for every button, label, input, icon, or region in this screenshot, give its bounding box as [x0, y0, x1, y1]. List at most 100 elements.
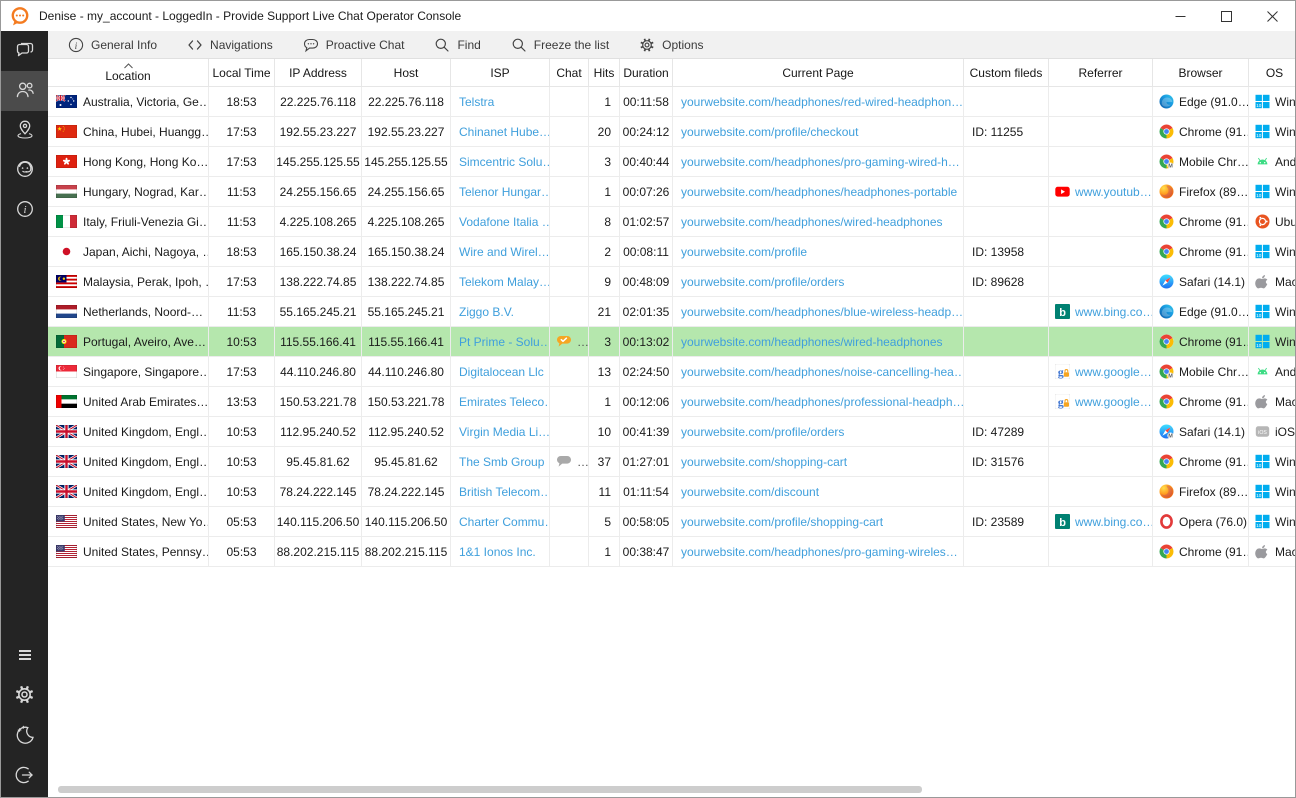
cell-os[interactable]: Mac — [1249, 537, 1295, 567]
cell-os[interactable]: 10Win — [1249, 117, 1295, 147]
cell-hits[interactable]: 21 — [589, 297, 620, 327]
cell-current_page[interactable]: yourwebsite.com/headphones/professional-… — [673, 387, 964, 417]
cell-duration[interactable]: 00:12:06 — [620, 387, 673, 417]
cell-current_page[interactable]: yourwebsite.com/discount — [673, 477, 964, 507]
cell-duration[interactable]: 01:11:54 — [620, 477, 673, 507]
cell-isp[interactable]: 1&1 Ionos Inc. — [451, 537, 550, 567]
column-header-location[interactable]: Location — [48, 59, 209, 87]
column-header-duration[interactable]: Duration — [620, 59, 673, 87]
cell-current_page[interactable]: yourwebsite.com/headphones/headphones-po… — [673, 177, 964, 207]
isp-link[interactable]: British Telecom… — [459, 485, 550, 499]
cell-os[interactable]: 10Win — [1249, 477, 1295, 507]
cell-browser[interactable]: Chrome (91… — [1153, 237, 1249, 267]
cell-location[interactable]: Portugal, Aveiro, Ave… — [48, 327, 209, 357]
cell-current_page[interactable]: yourwebsite.com/headphones/blue-wireless… — [673, 297, 964, 327]
cell-referrer[interactable] — [1049, 207, 1153, 237]
cell-local_time[interactable]: 17:53 — [209, 147, 275, 177]
cell-host[interactable]: 55.165.245.21 — [362, 297, 451, 327]
toolbar-button-proactive-chat[interactable]: Proactive Chat — [303, 37, 405, 53]
cell-browser[interactable]: Opera (76.0) — [1153, 507, 1249, 537]
cell-host[interactable]: 192.55.23.227 — [362, 117, 451, 147]
cell-host[interactable]: 24.255.156.65 — [362, 177, 451, 207]
cell-chat[interactable] — [550, 417, 589, 447]
cell-browser[interactable]: MMobile Chr… — [1153, 147, 1249, 177]
cell-chat[interactable] — [550, 237, 589, 267]
sidebar-item-operators[interactable] — [1, 151, 48, 191]
isp-link[interactable]: Ziggo B.V. — [459, 305, 514, 319]
cell-isp[interactable]: Telekom Malay… — [451, 267, 550, 297]
cell-referrer[interactable] — [1049, 537, 1153, 567]
cell-hits[interactable]: 1 — [589, 537, 620, 567]
cell-duration[interactable]: 00:24:12 — [620, 117, 673, 147]
isp-link[interactable]: Digitalocean Llc — [459, 365, 544, 379]
chat-more-button[interactable]: … — [577, 335, 589, 349]
cell-isp[interactable]: Telenor Hungar… — [451, 177, 550, 207]
sidebar-item-geo-location[interactable] — [1, 111, 48, 151]
cell-referrer[interactable] — [1049, 237, 1153, 267]
cell-host[interactable]: 165.150.38.24 — [362, 237, 451, 267]
cell-os[interactable]: And — [1249, 357, 1295, 387]
cell-os[interactable]: iOSiOS — [1249, 417, 1295, 447]
cell-location[interactable]: United Arab Emirates… — [48, 387, 209, 417]
cell-custom_fields[interactable] — [964, 327, 1049, 357]
cell-duration[interactable]: 00:07:26 — [620, 177, 673, 207]
cell-os[interactable]: 10Win — [1249, 237, 1295, 267]
toolbar-button-general-info[interactable]: iGeneral Info — [68, 37, 157, 53]
cell-browser[interactable]: Firefox (89… — [1153, 477, 1249, 507]
current-page-link[interactable]: yourwebsite.com/shopping-cart — [681, 455, 847, 469]
cell-local_time[interactable]: 05:53 — [209, 507, 275, 537]
cell-duration[interactable]: 00:08:11 — [620, 237, 673, 267]
cell-hits[interactable]: 1 — [589, 177, 620, 207]
cell-hits[interactable]: 2 — [589, 237, 620, 267]
cell-referrer[interactable] — [1049, 447, 1153, 477]
isp-link[interactable]: Wire and Wirel… — [459, 245, 550, 259]
cell-duration[interactable]: 02:01:35 — [620, 297, 673, 327]
isp-link[interactable]: Chinanet Hube… — [459, 125, 550, 139]
current-page-link[interactable]: yourwebsite.com/profile/checkout — [681, 125, 858, 139]
column-header-isp[interactable]: ISP — [451, 59, 550, 87]
toolbar-button-freeze-the-list[interactable]: Freeze the list — [511, 37, 609, 53]
cell-browser[interactable]: Chrome (91… — [1153, 387, 1249, 417]
cell-local_time[interactable]: 18:53 — [209, 87, 275, 117]
cell-browser[interactable]: Edge (91.0… — [1153, 297, 1249, 327]
sidebar-item-dark-mode[interactable] — [1, 717, 48, 757]
cell-hits[interactable]: 3 — [589, 327, 620, 357]
current-page-link[interactable]: yourwebsite.com/headphones/wired-headpho… — [681, 215, 943, 229]
cell-isp[interactable]: Digitalocean Llc — [451, 357, 550, 387]
sidebar-item-chats[interactable] — [1, 31, 48, 71]
column-header-local_time[interactable]: Local Time — [209, 59, 275, 87]
cell-ip[interactable]: 55.165.245.21 — [275, 297, 362, 327]
cell-duration[interactable]: 00:41:39 — [620, 417, 673, 447]
referrer-link[interactable]: www.google… — [1075, 395, 1152, 409]
cell-host[interactable]: 4.225.108.265 — [362, 207, 451, 237]
isp-link[interactable]: Telekom Malay… — [459, 275, 550, 289]
cell-browser[interactable]: Chrome (91… — [1153, 327, 1249, 357]
cell-current_page[interactable]: yourwebsite.com/headphones/wired-headpho… — [673, 327, 964, 357]
cell-custom_fields[interactable]: ID: 89628 — [964, 267, 1049, 297]
cell-current_page[interactable]: yourwebsite.com/profile/shopping-cart — [673, 507, 964, 537]
cell-local_time[interactable]: 11:53 — [209, 207, 275, 237]
cell-location[interactable]: United Kingdom, Engl… — [48, 447, 209, 477]
cell-referrer[interactable] — [1049, 477, 1153, 507]
column-header-host[interactable]: Host — [362, 59, 451, 87]
cell-ip[interactable]: 95.45.81.62 — [275, 447, 362, 477]
cell-isp[interactable]: The Smb Group — [451, 447, 550, 477]
cell-hits[interactable]: 8 — [589, 207, 620, 237]
cell-local_time[interactable]: 10:53 — [209, 447, 275, 477]
isp-link[interactable]: Telstra — [459, 95, 494, 109]
cell-referrer[interactable] — [1049, 327, 1153, 357]
cell-ip[interactable]: 4.225.108.265 — [275, 207, 362, 237]
cell-hits[interactable]: 20 — [589, 117, 620, 147]
column-header-os[interactable]: OS — [1249, 59, 1295, 87]
cell-os[interactable]: 10Win — [1249, 297, 1295, 327]
cell-chat[interactable]: … — [550, 447, 589, 477]
cell-local_time[interactable]: 11:53 — [209, 177, 275, 207]
cell-ip[interactable]: 145.255.125.55 — [275, 147, 362, 177]
cell-hits[interactable]: 13 — [589, 357, 620, 387]
cell-location[interactable]: Malaysia, Perak, Ipoh, … — [48, 267, 209, 297]
cell-chat[interactable] — [550, 507, 589, 537]
cell-hits[interactable]: 10 — [589, 417, 620, 447]
cell-custom_fields[interactable] — [964, 177, 1049, 207]
cell-current_page[interactable]: yourwebsite.com/profile/checkout — [673, 117, 964, 147]
cell-browser[interactable]: Chrome (91… — [1153, 447, 1249, 477]
